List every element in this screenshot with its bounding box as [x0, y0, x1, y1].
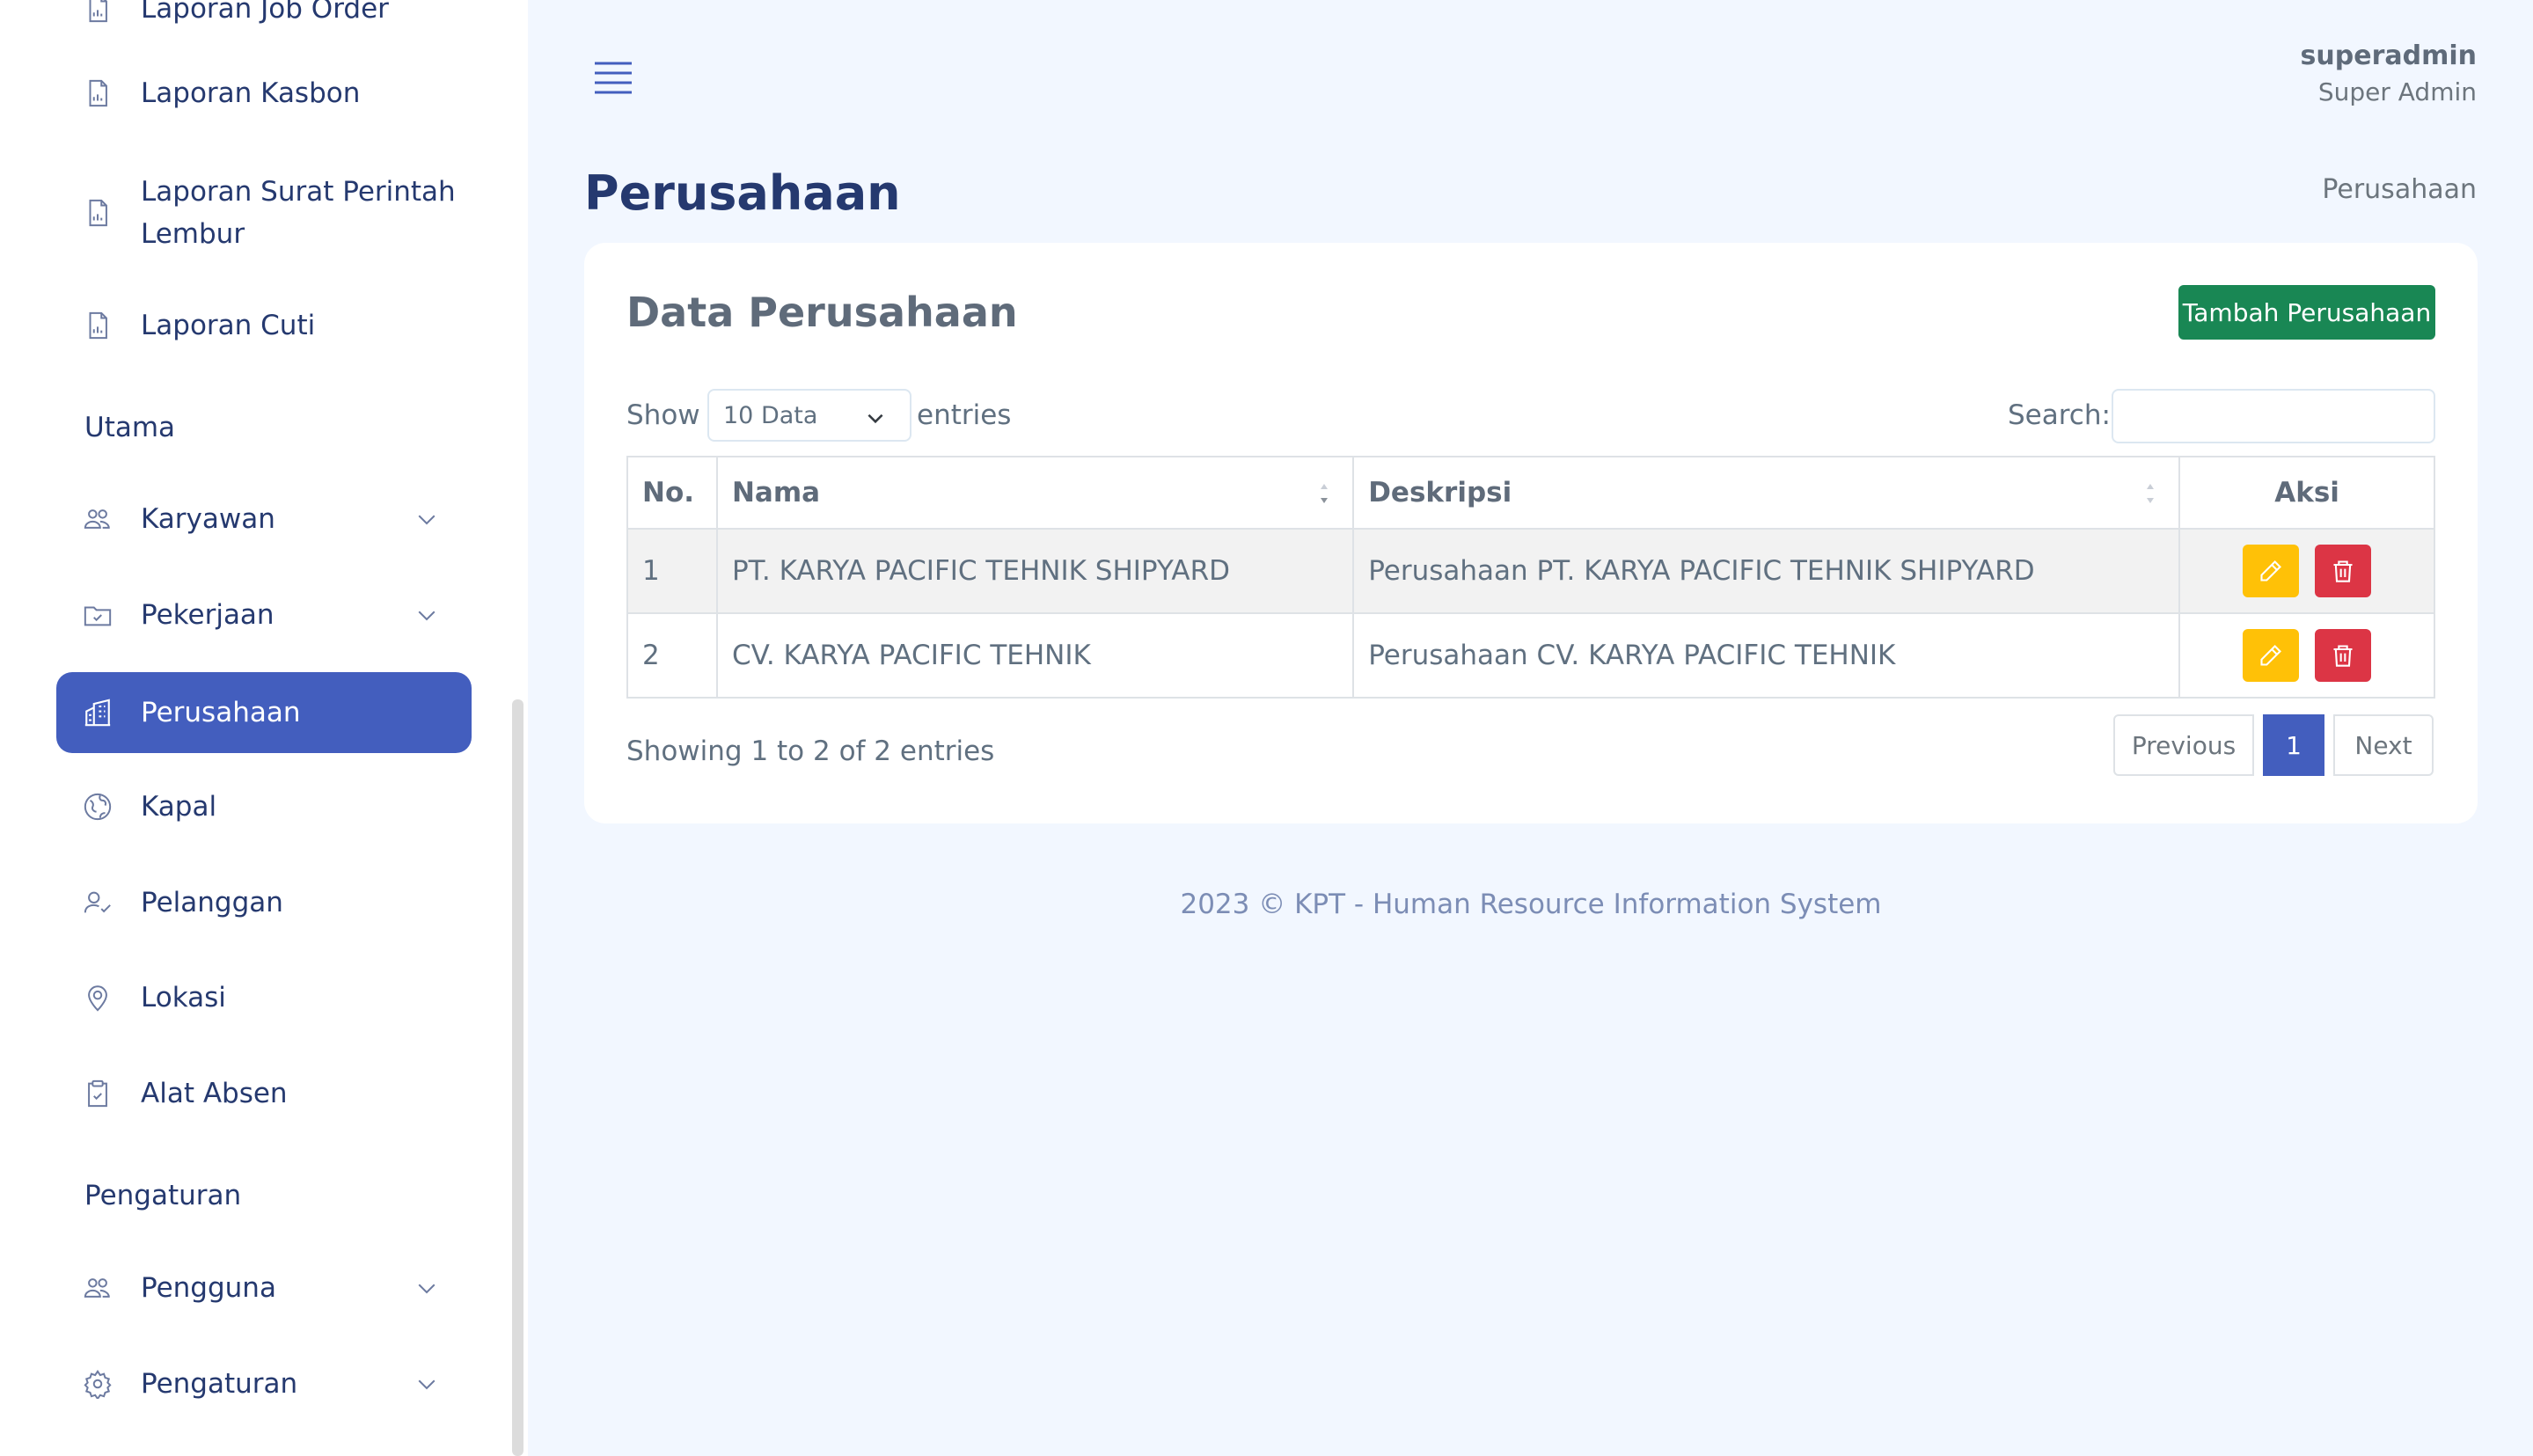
- person-check-icon: [56, 885, 113, 920]
- report-icon: [56, 308, 113, 343]
- pagination-previous[interactable]: Previous: [2113, 714, 2254, 776]
- data-card: Data Perusahaan Tambah Perusahaan Show 1…: [584, 243, 2478, 823]
- cell-aksi: [2178, 612, 2435, 699]
- user-name[interactable]: superadmin: [2301, 40, 2477, 71]
- cell-no: 1: [626, 528, 718, 614]
- sidebar-item-label: Pengaturan: [141, 1368, 298, 1400]
- chevron-down-icon: [418, 1284, 436, 1294]
- cell-deskripsi: Perusahaan CV. KARYA PACIFIC TEHNIK: [1352, 612, 2181, 699]
- sidebar-item-label: Pelanggan: [141, 887, 283, 918]
- sort-icon: [1321, 484, 1329, 503]
- pagination: Previous 1 Next: [2113, 714, 2434, 776]
- sidebar-item-laporan-spl[interactable]: Laporan Surat Perintah Lembur: [56, 167, 472, 259]
- column-header-label: Deskripsi: [1368, 477, 1512, 509]
- chevron-down-icon: [418, 611, 436, 621]
- cell-nama: CV. KARYA PACIFIC TEHNIK: [715, 612, 1355, 699]
- people-icon: [56, 501, 113, 537]
- sidebar-item-label: Perusahaan: [141, 697, 301, 728]
- sidebar-item-label: Alat Absen: [141, 1078, 288, 1109]
- column-header-deskripsi[interactable]: Deskripsi: [1352, 456, 2181, 530]
- sidebar-item-karyawan[interactable]: Karyawan: [56, 479, 472, 560]
- sidebar-item-laporan-job-order[interactable]: Laporan Job Order: [56, 0, 472, 49]
- clipboard-check-icon: [56, 1076, 113, 1111]
- cell-deskripsi: Perusahaan PT. KARYA PACIFIC TEHNIK SHIP…: [1352, 528, 2181, 614]
- column-header-label: Nama: [731, 477, 821, 509]
- edit-button[interactable]: [2243, 545, 2300, 597]
- page-title: Perusahaan: [584, 165, 901, 221]
- show-label: Show: [626, 399, 700, 431]
- sidebar: Laporan Job Order Laporan Kasbon Laporan…: [0, 0, 528, 1456]
- sidebar-item-alat-absen[interactable]: Alat Absen: [56, 1053, 472, 1134]
- entries-select-value: 10 Data: [723, 401, 818, 429]
- sidebar-item-laporan-kasbon[interactable]: Laporan Kasbon: [56, 53, 472, 134]
- sidebar-item-kapal[interactable]: Kapal: [56, 766, 472, 847]
- cell-nama: PT. KARYA PACIFIC TEHNIK SHIPYARD: [715, 528, 1355, 614]
- chevron-down-icon: [868, 413, 883, 424]
- chevron-down-icon: [418, 515, 436, 525]
- sort-icon: [2147, 484, 2155, 503]
- report-icon: [56, 195, 113, 230]
- sidebar-item-perusahaan[interactable]: Perusahaan: [56, 672, 472, 753]
- showing-entries-text: Showing 1 to 2 of 2 entries: [626, 735, 995, 767]
- globe-icon: [56, 789, 113, 824]
- trash-icon: [2333, 560, 2353, 582]
- user-role: Super Admin: [2317, 77, 2477, 106]
- table-header-row: No. Nama Deskripsi Aksi: [626, 456, 2435, 530]
- sidebar-item-laporan-cuti[interactable]: Laporan Cuti: [56, 285, 472, 366]
- sidebar-item-pengguna[interactable]: Pengguna: [56, 1247, 472, 1328]
- sidebar-item-label: Laporan Surat Perintah Lembur: [141, 176, 456, 250]
- sidebar-item-label: Laporan Cuti: [141, 310, 316, 341]
- report-icon: [56, 76, 113, 111]
- column-header-nama[interactable]: Nama: [715, 456, 1355, 530]
- card-title: Data Perusahaan: [626, 289, 1018, 336]
- sidebar-section-title: Pengaturan: [84, 1180, 242, 1211]
- column-header-no[interactable]: No.: [626, 456, 718, 530]
- sidebar-scrollbar[interactable]: [512, 699, 523, 1456]
- menu-burger-icon[interactable]: [593, 60, 633, 95]
- report-icon: [56, 0, 113, 26]
- sidebar-item-pelanggan[interactable]: Pelanggan: [56, 862, 472, 943]
- sidebar-item-label: Kapal: [141, 791, 217, 823]
- table-row: 1 PT. KARYA PACIFIC TEHNIK SHIPYARD Peru…: [626, 528, 2435, 614]
- sidebar-item-label: Pekerjaan: [141, 599, 275, 631]
- gear-icon: [56, 1366, 113, 1401]
- trash-icon: [2333, 645, 2353, 667]
- breadcrumb: Perusahaan: [2322, 174, 2477, 205]
- pagination-next[interactable]: Next: [2333, 714, 2434, 776]
- entries-select[interactable]: 10 Data: [707, 389, 911, 442]
- cell-aksi: [2178, 528, 2435, 614]
- search-input[interactable]: [2112, 389, 2435, 443]
- data-table: No. Nama Deskripsi Aksi 1 PT. KARYA PACI…: [626, 456, 2435, 699]
- folder-icon: [56, 597, 113, 633]
- sidebar-item-label: Laporan Job Order: [141, 0, 389, 25]
- chevron-down-icon: [418, 1379, 436, 1390]
- map-pin-icon: [56, 980, 113, 1015]
- table-row: 2 CV. KARYA PACIFIC TEHNIK Perusahaan CV…: [626, 612, 2435, 699]
- sidebar-item-label: Karyawan: [141, 503, 275, 535]
- pencil-icon: [2260, 645, 2282, 666]
- delete-button[interactable]: [2315, 629, 2372, 682]
- cell-no: 2: [626, 612, 718, 699]
- people-icon: [56, 1270, 113, 1306]
- pencil-icon: [2260, 560, 2282, 582]
- add-company-button[interactable]: Tambah Perusahaan: [2178, 285, 2435, 340]
- search-label: Search:: [2008, 399, 2111, 431]
- sidebar-item-label: Pengguna: [141, 1272, 276, 1304]
- sidebar-item-label: Lokasi: [141, 982, 226, 1013]
- sidebar-item-pengaturan[interactable]: Pengaturan: [56, 1343, 472, 1424]
- sidebar-item-label: Laporan Kasbon: [141, 77, 361, 109]
- sidebar-item-lokasi[interactable]: Lokasi: [56, 957, 472, 1038]
- sidebar-section-title: Utama: [84, 412, 176, 443]
- delete-button[interactable]: [2315, 545, 2372, 597]
- footer-text: 2023 © KPT - Human Resource Information …: [1180, 889, 1882, 920]
- sidebar-item-pekerjaan[interactable]: Pekerjaan: [56, 574, 472, 655]
- entries-label: entries: [917, 399, 1012, 431]
- column-header-aksi: Aksi: [2178, 456, 2435, 530]
- building-icon: [56, 695, 113, 730]
- edit-button[interactable]: [2243, 629, 2300, 682]
- pagination-page-current[interactable]: 1: [2263, 714, 2324, 776]
